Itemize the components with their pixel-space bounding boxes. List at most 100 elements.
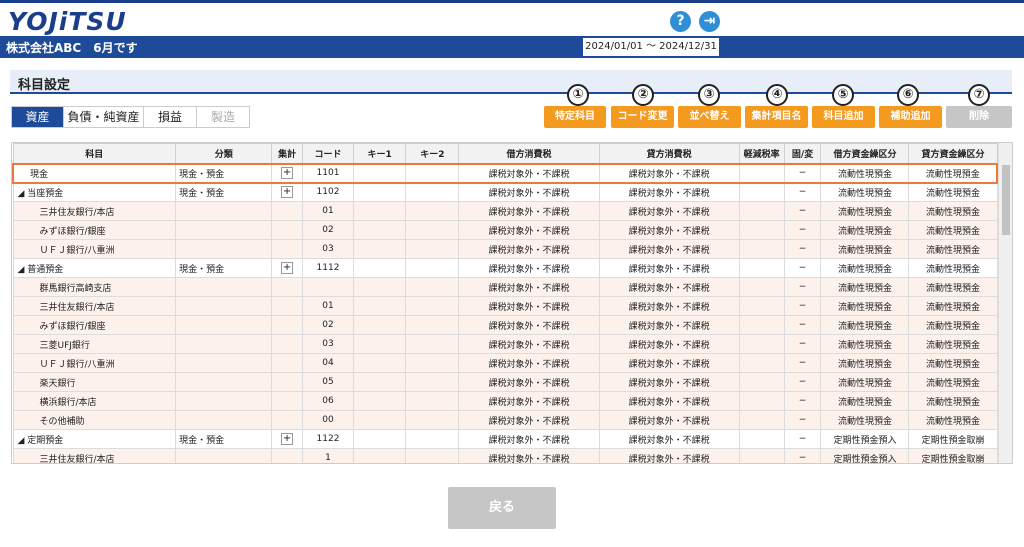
add-account-button[interactable]: 科目追加: [812, 106, 875, 128]
cell-fv: −: [783, 239, 822, 259]
tab-assets[interactable]: 資産: [12, 107, 64, 127]
empty-cell: [405, 353, 460, 373]
cell-cat: 現金・預金: [175, 182, 273, 202]
special-account-button[interactable]: 特定科目: [544, 106, 606, 128]
column-header: キー1: [353, 143, 407, 164]
empty-cell: [353, 296, 407, 316]
scrollbar-thumb[interactable]: [1002, 165, 1010, 235]
empty-cell: [738, 315, 785, 335]
cell-ctax: 課税対象外・不課税: [598, 391, 740, 411]
aggregate-cell: [271, 410, 303, 430]
cell-cat: 現金・預金: [175, 162, 273, 184]
cell-dcash: 流動性現預金: [820, 239, 910, 259]
empty-cell: [738, 201, 785, 221]
table-row[interactable]: ＵＦＪ銀行/八重洲 04 課税対象外・不課税 課税対象外・不課税 − 流動性現預金 流動性現…: [12, 353, 998, 373]
empty-cell: [405, 296, 460, 316]
cell-fv: −: [783, 258, 822, 278]
table-row[interactable]: 三菱UFJ銀行 03 課税対象外・不課税 課税対象外・不課税 − 流動性現預金 流動性現預金: [12, 334, 998, 354]
aggregate-name-button[interactable]: 集計項目名: [745, 106, 808, 128]
cell-dtax: 課税対象外・不課税: [458, 277, 600, 297]
cell-name: みずほ銀行/銀座: [12, 220, 177, 240]
cell-code: 1: [301, 448, 355, 463]
cell-dcash: 流動性現預金: [820, 353, 910, 373]
table-row[interactable]: ◢ 普通預金 現金・預金 +1112 課税対象外・不課税 課税対象外・不課税 − 流動性現預…: [12, 258, 998, 278]
plus-icon[interactable]: +: [281, 186, 294, 199]
table-row[interactable]: 三井住友銀行/本店 1 課税対象外・不課税 課税対象外・不課税 − 定期性預金預入 定期性預…: [12, 448, 998, 463]
table-row[interactable]: ◢ 定期預金 現金・預金 +1122 課税対象外・不課税 課税対象外・不課税 − 定期性預金…: [12, 429, 998, 449]
cell-dcash: 流動性現預金: [820, 296, 910, 316]
cell-ctax: 課税対象外・不課税: [598, 448, 740, 463]
cell-dcash: 流動性現預金: [820, 201, 910, 221]
add-sub-account-button[interactable]: 補助追加: [879, 106, 942, 128]
table-row[interactable]: みずほ銀行/銀座 02 課税対象外・不課税 課税対象外・不課税 − 流動性現預金 流動性現預…: [12, 315, 998, 335]
empty-cell: [353, 429, 407, 449]
empty-cell: [353, 410, 407, 430]
column-header: 借方消費税: [458, 143, 600, 164]
cell-name: ＵＦＪ銀行/八重洲: [12, 353, 177, 373]
empty-cell: [405, 277, 460, 297]
plus-icon[interactable]: +: [281, 262, 294, 274]
table-row[interactable]: ◢ 当座預金 現金・預金 +1102 課税対象外・不課税 課税対象外・不課税 − 流動性現預…: [12, 182, 998, 202]
plus-icon[interactable]: +: [281, 167, 294, 179]
cell-name: 現金: [12, 162, 177, 184]
cell-dcash: 流動性現預金: [820, 315, 910, 335]
cell-code: 06: [301, 391, 355, 411]
cell-ctax: 課税対象外・不課税: [598, 220, 740, 240]
cell-dcash: 定期性預金預入: [820, 429, 910, 449]
cell-ccash: 流動性現預金: [908, 391, 998, 411]
table-row[interactable]: 現金 現金・預金 +1101 課税対象外・不課税 課税対象外・不課税 − 流動性現預金 流動性…: [12, 162, 999, 184]
empty-cell: [353, 448, 407, 463]
app-logo: YOJiTSU: [8, 7, 127, 36]
cell-name: 三井住友銀行/本店: [12, 448, 177, 463]
table-row[interactable]: みずほ銀行/銀座 02 課税対象外・不課税 課税対象外・不課税 − 流動性現預金 流動性現預…: [12, 220, 998, 240]
table-row[interactable]: 群馬銀行高崎支店 課税対象外・不課税 課税対象外・不課税 − 流動性現預金 流動性現預金: [12, 277, 998, 297]
cell-dtax: 課税対象外・不課税: [458, 258, 600, 278]
cell-fv: −: [783, 372, 822, 392]
logout-icon[interactable]: ⇥: [699, 11, 720, 32]
table-row[interactable]: その他補助 00 課税対象外・不課税 課税対象外・不課税 − 流動性現預金 流動性現預金: [12, 410, 998, 430]
sort-button[interactable]: 並べ替え: [678, 106, 741, 128]
plus-icon[interactable]: +: [281, 433, 294, 445]
vertical-scrollbar[interactable]: [998, 143, 1012, 463]
column-header: 固/変: [783, 143, 822, 164]
empty-cell: [738, 239, 785, 259]
column-header: 貸方資金繰区分: [908, 143, 998, 164]
cell-ctax: 課税対象外・不課税: [598, 372, 740, 392]
tab-manufacturing: 製造: [210, 110, 235, 124]
cell-name: みずほ銀行/銀座: [12, 315, 177, 335]
empty-cell: [353, 315, 407, 335]
table-row[interactable]: ＵＦＪ銀行/八重洲 03 課税対象外・不課税 課税対象外・不課税 − 流動性現預金 流動性現…: [12, 239, 998, 259]
change-code-button[interactable]: コード変更: [611, 106, 674, 128]
empty-cell: [738, 429, 785, 449]
cell-ccash: 流動性現預金: [908, 372, 998, 392]
column-header: 集計: [271, 143, 303, 164]
cell-code: 02: [301, 220, 355, 240]
cell-fv: −: [783, 220, 822, 240]
column-header: 貸方消費税: [598, 143, 740, 164]
table-row[interactable]: 楽天銀行 05 課税対象外・不課税 課税対象外・不課税 − 流動性現預金 流動性現預金: [12, 372, 998, 392]
cell-name: 横浜銀行/本店: [12, 391, 177, 411]
cell-dcash: 流動性現預金: [820, 182, 910, 202]
account-grid: 科目 分類 集計 コード キー1 キー2 借方消費税 貸方消費税 軽減税率 固/変 借方資金繰区分貸…: [11, 142, 1013, 464]
table-row[interactable]: 三井住友銀行/本店 01 課税対象外・不課税 課税対象外・不課税 − 流動性現預金 流動性現…: [12, 296, 998, 316]
cell-dtax: 課税対象外・不課税: [458, 296, 600, 316]
table-row[interactable]: 三井住友銀行/本店 01 課税対象外・不課税 課税対象外・不課税 − 流動性現預金 流動性現…: [12, 201, 998, 221]
cell-ctax: 課税対象外・不課税: [598, 258, 740, 278]
table-row[interactable]: 横浜銀行/本店 06 課税対象外・不課税 課税対象外・不課税 − 流動性現預金 流動性現預金: [12, 391, 998, 411]
cell-name: ◢ 定期預金: [12, 429, 177, 449]
cell-dtax: 課税対象外・不課税: [458, 334, 600, 354]
cell-dcash: 流動性現預金: [820, 391, 910, 411]
aggregate-cell: [271, 372, 303, 392]
help-icon[interactable]: ?: [670, 11, 691, 32]
company-bar: 株式会社ABC 6月です: [0, 36, 1024, 58]
tab-liabilities[interactable]: 負債・純資産: [64, 107, 144, 127]
aggregate-cell: +: [271, 162, 303, 184]
section-header: 科目設定: [10, 70, 1012, 94]
cell-ctax: 課税対象外・不課税: [598, 410, 740, 430]
cell-code: 1101: [301, 162, 355, 184]
tab-profit-loss[interactable]: 損益: [144, 107, 197, 127]
cell-ccash: 流動性現預金: [908, 334, 998, 354]
cell-name: ◢ 当座預金: [12, 182, 177, 202]
cell-ctax: 課税対象外・不課税: [598, 353, 740, 373]
empty-cell: [405, 429, 460, 449]
